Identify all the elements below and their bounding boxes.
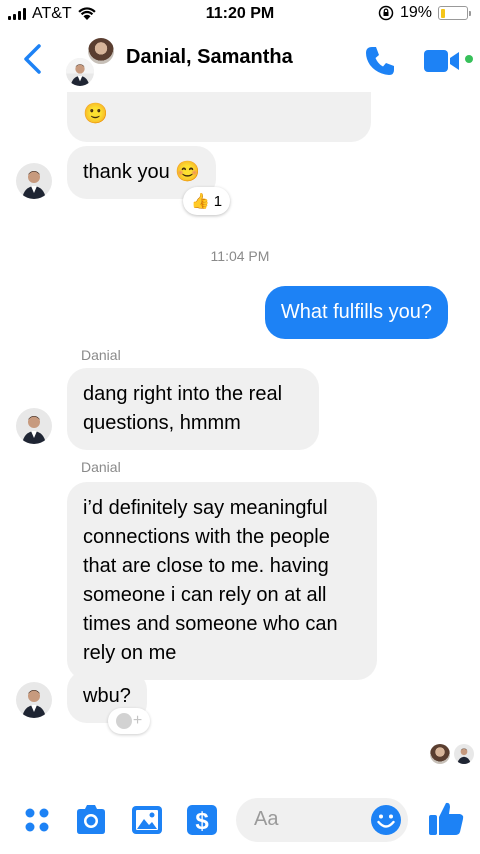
plus-icon: + <box>132 712 143 729</box>
message-bubble-incoming[interactable]: dang right into the real questions, hmmm <box>67 368 319 450</box>
svg-text:$: $ <box>195 808 209 835</box>
message-input-container[interactable] <box>236 798 408 842</box>
message-bubble-incoming[interactable]: i’d definitely say meaningful connection… <box>67 482 377 680</box>
battery-icon <box>438 6 471 20</box>
avatar[interactable] <box>16 163 52 199</box>
photo-icon[interactable] <box>129 802 165 838</box>
payment-icon[interactable]: $ <box>184 802 220 838</box>
message-text: 🙂 <box>83 103 108 125</box>
battery-percent: 19% <box>399 4 432 21</box>
chat-header: Danial, Samantha <box>0 30 480 92</box>
message-text: i’d definitely say meaningful connection… <box>83 497 338 664</box>
seen-avatar-samantha <box>430 744 450 764</box>
status-bar: AT&T 11:20 PM 19% <box>0 0 480 30</box>
group-avatar[interactable] <box>64 36 116 88</box>
orientation-lock-icon <box>378 5 394 21</box>
avatar-danial <box>64 56 96 88</box>
reaction-badge[interactable]: 👍 1 <box>183 187 231 215</box>
thumbs-up-icon[interactable] <box>426 798 466 838</box>
message-thread[interactable]: 🙂 thank you 😊 👍 1 11:04 PM What fulfills… <box>0 92 480 782</box>
video-camera-icon[interactable] <box>424 48 462 74</box>
seen-avatar-danial <box>454 744 474 764</box>
chevron-left-icon[interactable] <box>20 42 46 76</box>
smiley-icon <box>115 713 132 729</box>
composer-bar: $ <box>0 782 480 854</box>
message-text: wbu? <box>83 685 131 707</box>
camera-icon[interactable] <box>73 802 109 838</box>
thumbs-up-reaction-icon: 👍 <box>191 193 210 210</box>
message-bubble-incoming[interactable]: 🙂 <box>67 92 371 142</box>
avatar[interactable] <box>16 408 52 444</box>
sender-name: Danial <box>81 459 121 475</box>
battery-group: 19% <box>378 4 471 22</box>
message-text: thank you 😊 <box>83 161 201 183</box>
timestamp: 11:04 PM <box>210 248 270 264</box>
avatar[interactable] <box>16 682 52 718</box>
message-bubble-outgoing[interactable]: What fulfills you? <box>264 286 448 339</box>
emoji-icon[interactable] <box>370 804 402 836</box>
message-input[interactable] <box>254 808 364 831</box>
phone-icon[interactable] <box>363 44 397 78</box>
online-indicator <box>465 55 473 63</box>
message-text: What fulfills you? <box>280 301 432 323</box>
sender-name: Danial <box>81 347 121 363</box>
add-reaction-button[interactable]: + <box>108 708 150 734</box>
chat-title[interactable]: Danial, Samantha <box>126 46 293 69</box>
message-text: dang right into the real questions, hmmm <box>83 383 283 434</box>
reaction-count: 1 <box>213 192 223 210</box>
apps-icon[interactable] <box>20 802 56 838</box>
